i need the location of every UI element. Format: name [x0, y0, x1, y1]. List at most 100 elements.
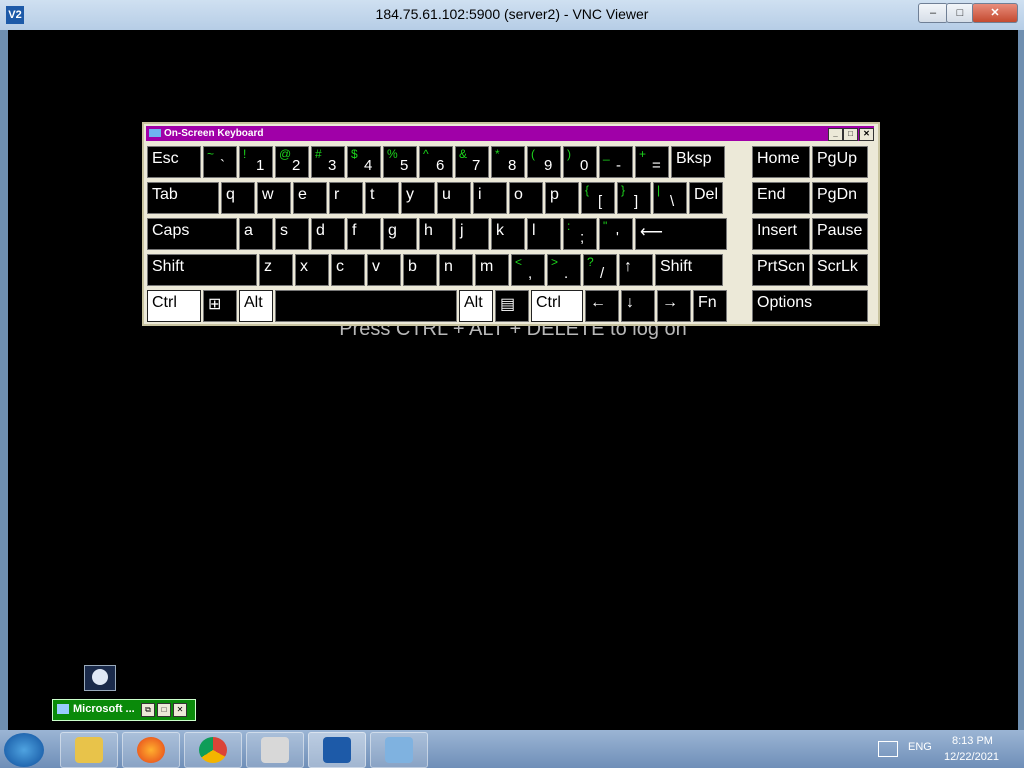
remote-desktop-view[interactable]: Press CTRL + ALT + DELETE to log on On-S… — [8, 30, 1018, 730]
key-row5-10[interactable]: Fn — [693, 290, 727, 322]
key-row5-4[interactable]: Alt — [459, 290, 493, 322]
key-row5-5[interactable]: ▤ — [495, 290, 529, 322]
key-row1-4[interactable]: #3 — [311, 146, 345, 178]
key-row2-3[interactable]: e — [293, 182, 327, 214]
key-row3-10[interactable]: :; — [563, 218, 597, 250]
network-icon[interactable] — [878, 741, 898, 757]
key-label: n — [444, 258, 453, 275]
key-nav-1[interactable]: PgUp — [812, 146, 868, 178]
key-nav-0[interactable]: Home — [752, 146, 810, 178]
key-row2-9[interactable]: o — [509, 182, 543, 214]
key-row4-11[interactable]: ↑ — [619, 254, 653, 286]
key-row2-13[interactable]: | \ — [653, 182, 687, 214]
key-row2-5[interactable]: t — [365, 182, 399, 214]
key-row4-1[interactable]: z — [259, 254, 293, 286]
key-row4-0[interactable]: Shift — [147, 254, 257, 286]
key-row3-6[interactable]: h — [419, 218, 453, 250]
key-row1-7[interactable]: ^ 6 — [419, 146, 453, 178]
close-button-mini[interactable]: ✕ — [173, 703, 187, 717]
key-row5-3[interactable] — [275, 290, 457, 322]
key-nav-2[interactable]: End — [752, 182, 810, 214]
clock-date[interactable]: 12/22/2021 — [944, 751, 999, 763]
key-row3-8[interactable]: k — [491, 218, 525, 250]
key-row5-2[interactable]: Alt — [239, 290, 273, 322]
taskbar-vnc-viewer[interactable] — [308, 732, 366, 768]
key-row3-11[interactable]: " ' — [599, 218, 633, 250]
key-row2-4[interactable]: r — [329, 182, 363, 214]
key-row1-5[interactable]: $4 — [347, 146, 381, 178]
maximize-button-mini[interactable]: □ — [157, 703, 171, 717]
key-row2-1[interactable]: q — [221, 182, 255, 214]
key-row2-12[interactable]: }] — [617, 182, 651, 214]
key-row3-4[interactable]: f — [347, 218, 381, 250]
key-row3-9[interactable]: l — [527, 218, 561, 250]
key-row3-12[interactable]: ⟵ — [635, 218, 727, 250]
clock-time[interactable]: 8:13 PM — [952, 735, 993, 747]
key-nav-4[interactable]: Insert — [752, 218, 810, 250]
key-nav-7[interactable]: ScrLk — [812, 254, 868, 286]
key-row2-7[interactable]: u — [437, 182, 471, 214]
key-row3-0[interactable]: Caps — [147, 218, 237, 250]
key-row4-4[interactable]: v — [367, 254, 401, 286]
key-row5-6[interactable]: Ctrl — [531, 290, 583, 322]
desktop-app-icon[interactable] — [84, 665, 116, 691]
key-row2-8[interactable]: i — [473, 182, 507, 214]
minimized-window[interactable]: Microsoft ... ⧉ □ ✕ — [52, 699, 196, 721]
key-row4-9[interactable]: >. — [547, 254, 581, 286]
key-row4-2[interactable]: x — [295, 254, 329, 286]
key-nav-3[interactable]: PgDn — [812, 182, 868, 214]
key-row1-11[interactable]: ) 0 — [563, 146, 597, 178]
key-nav-5[interactable]: Pause — [812, 218, 868, 250]
key-row3-5[interactable]: g — [383, 218, 417, 250]
key-row5-1[interactable]: ⊞ — [203, 290, 237, 322]
key-row5-9[interactable]: → — [657, 290, 691, 322]
maximize-button[interactable]: □ — [946, 3, 974, 23]
key-row4-8[interactable]: <, — [511, 254, 545, 286]
key-row4-12[interactable]: Shift — [655, 254, 723, 286]
key-row5-0[interactable]: Ctrl — [147, 290, 201, 322]
taskbar-remote-desktop[interactable] — [370, 732, 428, 768]
key-row2-0[interactable]: Tab — [147, 182, 219, 214]
start-button[interactable] — [4, 733, 44, 767]
close-button[interactable]: ✕ — [972, 3, 1018, 23]
osk-close-button[interactable]: ✕ — [859, 128, 874, 141]
key-row1-10[interactable]: (9 — [527, 146, 561, 178]
key-row1-8[interactable]: & 7 — [455, 146, 489, 178]
key-row1-13[interactable]: + = — [635, 146, 669, 178]
key-row1-12[interactable]: _ - — [599, 146, 633, 178]
taskbar-media-player[interactable] — [246, 732, 304, 768]
osk-maximize-button[interactable]: □ — [843, 128, 858, 141]
key-row2-14[interactable]: Del — [689, 182, 723, 214]
key-row5-8[interactable]: ↓ — [621, 290, 655, 322]
key-row5-7[interactable]: ← — [585, 290, 619, 322]
taskbar-chrome[interactable] — [184, 732, 242, 768]
key-row4-3[interactable]: c — [331, 254, 365, 286]
key-row1-3[interactable]: @2 — [275, 146, 309, 178]
language-indicator[interactable]: ENG — [908, 741, 932, 753]
key-row2-10[interactable]: p — [545, 182, 579, 214]
key-row1-1[interactable]: ~ ` — [203, 146, 237, 178]
key-row1-14[interactable]: Bksp — [671, 146, 725, 178]
key-row1-9[interactable]: * 8 — [491, 146, 525, 178]
minimize-button[interactable]: ‒ — [918, 3, 948, 23]
key-row3-1[interactable]: a — [239, 218, 273, 250]
restore-button[interactable]: ⧉ — [141, 703, 155, 717]
key-row4-10[interactable]: ? / — [583, 254, 617, 286]
key-row4-5[interactable]: b — [403, 254, 437, 286]
taskbar-file-explorer[interactable] — [60, 732, 118, 768]
key-row2-2[interactable]: w — [257, 182, 291, 214]
key-row3-3[interactable]: d — [311, 218, 345, 250]
key-row4-7[interactable]: m — [475, 254, 509, 286]
osk-minimize-button[interactable]: _ — [828, 128, 843, 141]
key-row3-7[interactable]: j — [455, 218, 489, 250]
key-row1-2[interactable]: ! 1 — [239, 146, 273, 178]
key-row1-0[interactable]: Esc — [147, 146, 201, 178]
key-row2-6[interactable]: y — [401, 182, 435, 214]
taskbar-firefox[interactable] — [122, 732, 180, 768]
key-nav-8[interactable]: Options — [752, 290, 868, 322]
key-row2-11[interactable]: {[ — [581, 182, 615, 214]
key-row1-6[interactable]: % 5 — [383, 146, 417, 178]
key-row3-2[interactable]: s — [275, 218, 309, 250]
key-row4-6[interactable]: n — [439, 254, 473, 286]
key-nav-6[interactable]: PrtScn — [752, 254, 810, 286]
